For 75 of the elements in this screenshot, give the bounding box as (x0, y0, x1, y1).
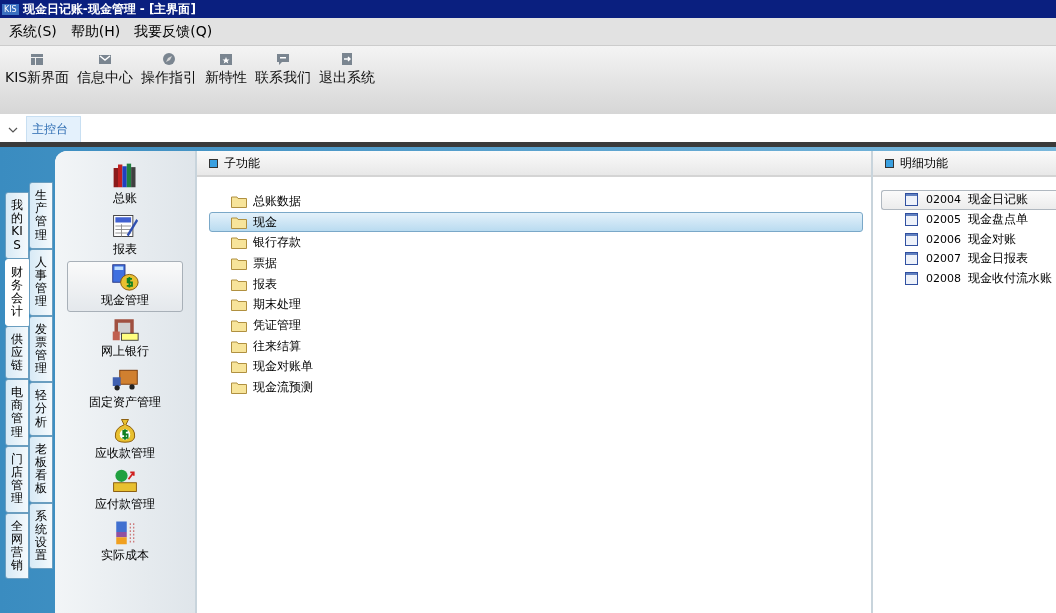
document-icon (905, 252, 918, 266)
chat-icon (276, 52, 291, 66)
folder-icon (231, 318, 247, 332)
menu-item[interactable]: 我要反馈(Q) (134, 22, 213, 41)
exit-icon (340, 52, 355, 66)
folder-icon (231, 381, 247, 395)
toolbar-button[interactable]: 退出系统 (318, 52, 377, 87)
folder-icon (231, 215, 247, 229)
module-item[interactable]: 实际成本 (67, 516, 183, 567)
books-icon (111, 161, 139, 189)
side-tab[interactable]: 供应链 (5, 325, 29, 380)
folder-item[interactable]: 往来结算 (209, 335, 863, 357)
side-tab[interactable]: 门店管理 (5, 445, 29, 513)
module-item[interactable]: 报表 (67, 210, 183, 261)
folder-item[interactable]: 现金 (209, 211, 863, 233)
compass-icon (162, 52, 177, 66)
toolbar-button[interactable]: 联系我们 (254, 52, 313, 87)
chevron-down-icon[interactable] (8, 126, 18, 134)
module-item[interactable]: 现金管理 (67, 261, 183, 312)
envelope-icon (98, 52, 113, 66)
folder-icon (231, 236, 247, 250)
side-tab[interactable]: 全网营销 (5, 512, 29, 580)
menu-item[interactable]: 帮助(H) (70, 22, 121, 41)
folder-item[interactable]: 凭证管理 (209, 315, 863, 336)
toolbar-button[interactable]: 操作指引 (140, 52, 199, 87)
folder-icon (231, 298, 247, 312)
panel-title: 子功能 (224, 154, 260, 172)
side-tab[interactable]: 我的KIS (5, 192, 29, 259)
layout-icon (30, 52, 45, 66)
calculator-moneybag-icon (111, 263, 139, 291)
report-pen-icon (111, 212, 139, 240)
side-tab[interactable]: 人事管理 (29, 248, 53, 316)
module-item[interactable]: 应付款管理 (67, 465, 183, 516)
side-tab[interactable]: 老板看板 (29, 435, 53, 503)
folder-icon (231, 194, 247, 208)
folder-item[interactable]: 现金流预测 (209, 377, 863, 398)
function-item[interactable]: 02007 现金日报表 (881, 249, 1056, 269)
module-item[interactable]: 网上银行 (67, 312, 183, 363)
toolbar-button[interactable]: 新特性 (204, 52, 249, 87)
document-icon (905, 193, 918, 207)
folder-item[interactable]: 银行存款 (209, 232, 863, 254)
module-item[interactable]: 固定资产管理 (67, 363, 183, 414)
function-item[interactable]: 02005 现金盘点单 (881, 209, 1056, 230)
folder-icon (231, 256, 247, 270)
folder-icon (231, 339, 247, 353)
folder-item[interactable]: 报表 (209, 273, 863, 295)
module-item[interactable]: 总账 (67, 159, 183, 210)
function-item[interactable]: 02004 现金日记账 (881, 190, 1056, 210)
document-icon (905, 232, 918, 246)
menu-item[interactable]: 系统(S) (9, 22, 57, 41)
side-tab[interactable]: 电商管理 (5, 379, 29, 446)
window-title: 现金日记账-现金管理 - [主界面] (22, 0, 196, 18)
folder-item[interactable]: 现金对账单 (209, 356, 863, 378)
toolbar-button[interactable]: KIS新界面 (4, 52, 71, 87)
panel-title: 明细功能 (900, 154, 948, 172)
folder-item[interactable]: 期末处理 (209, 294, 863, 316)
document-icon (905, 272, 918, 286)
function-item[interactable]: 02008 现金收付流水账 (881, 268, 1056, 289)
square-bullet-icon (209, 158, 218, 168)
folder-item[interactable]: 总账数据 (209, 191, 863, 212)
side-tab[interactable]: 轻分析 (29, 382, 53, 436)
function-item[interactable]: 02006 现金对账 (881, 229, 1056, 250)
side-tab[interactable]: 财务会计 (5, 258, 29, 326)
square-bullet-icon (885, 158, 894, 168)
side-tab[interactable]: 生产管理 (29, 182, 53, 249)
folder-item[interactable]: 票据 (209, 253, 863, 274)
folder-icon (231, 360, 247, 374)
toolbar-button[interactable]: 信息中心 (76, 52, 135, 87)
side-tab[interactable]: 发票管理 (29, 315, 53, 383)
module-item[interactable]: 应收款管理 (67, 414, 183, 465)
folder-icon (231, 277, 247, 291)
document-icon (905, 213, 918, 227)
side-tab[interactable]: 系统设置 (29, 502, 53, 570)
console-tab[interactable]: 主控台 (26, 116, 81, 142)
app-logo: KIS (2, 3, 19, 15)
